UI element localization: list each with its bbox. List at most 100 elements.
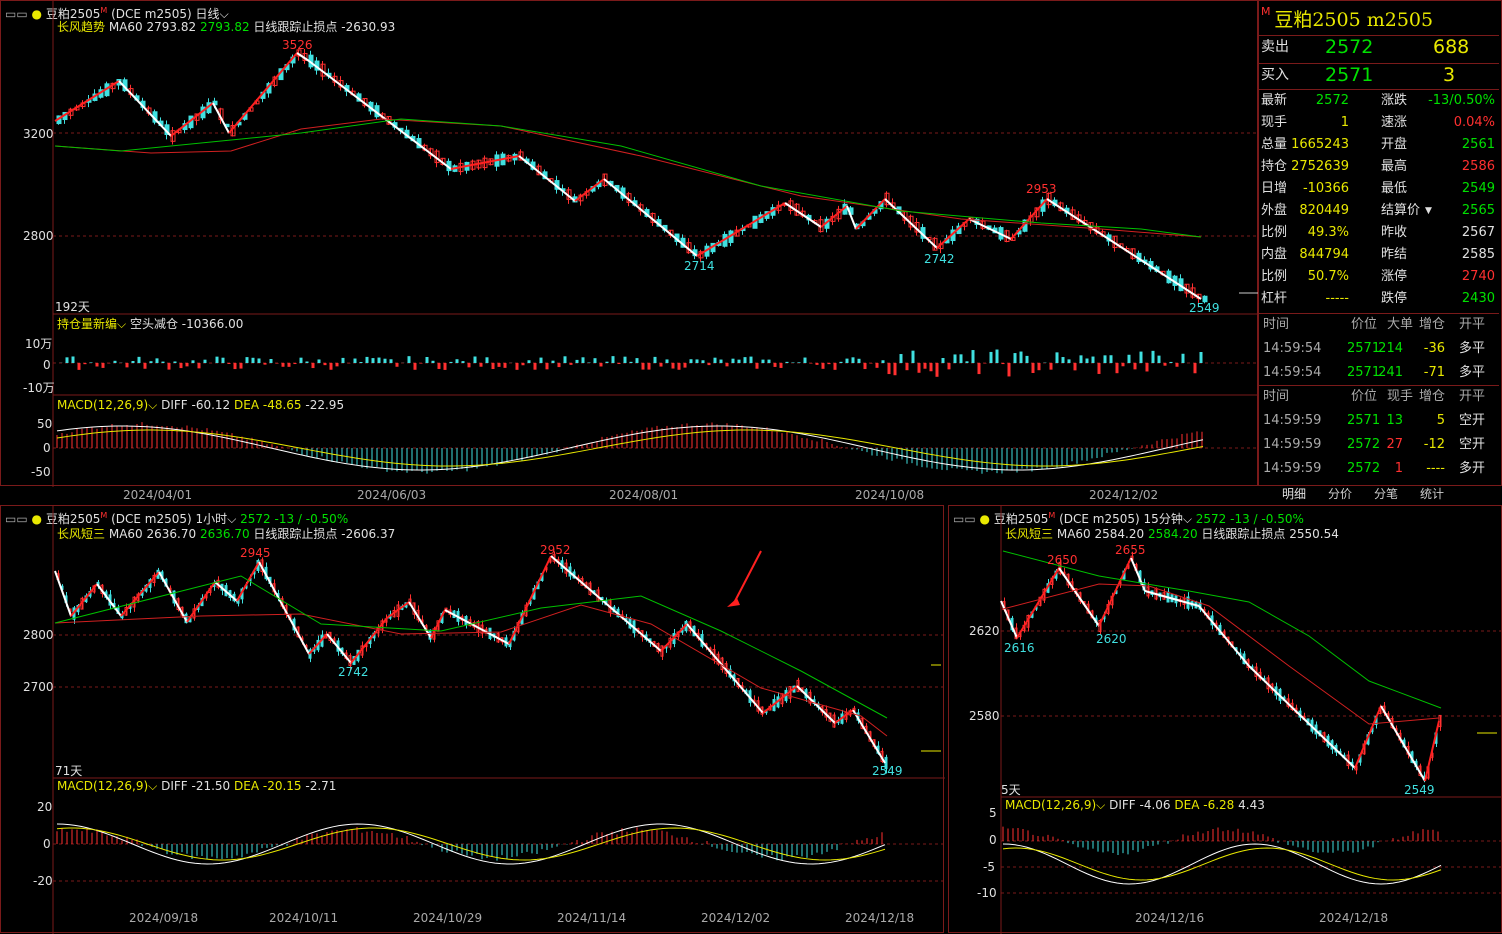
column-header: 开平 xyxy=(1459,317,1486,332)
table-row[interactable]: 14:59:54 2571 241 -71 多平 xyxy=(1259,362,1499,384)
macd-tick: -50 xyxy=(31,465,51,479)
stat-value: 1 xyxy=(1340,115,1349,130)
macd-tick: 20 xyxy=(37,800,53,814)
fifteen-min-chart-canvas[interactable] xyxy=(949,506,1502,934)
sell-price: 2572 xyxy=(1325,36,1374,58)
macd-tick: 50 xyxy=(37,417,53,431)
trend-segment xyxy=(820,205,848,228)
stat-label: 杠杆 xyxy=(1261,291,1288,306)
tab-detail[interactable]: 明细 xyxy=(1271,485,1317,503)
quote-stat-row: 持仓 2752639 最高 2586 xyxy=(1259,156,1499,178)
macd-legend: MACD(12,26,9)⌵ DIFF -60.12 DEA -48.65 -2… xyxy=(57,397,344,413)
stat-value: 2572 xyxy=(1315,93,1349,108)
stat-label: 日增 xyxy=(1261,181,1288,196)
daily-chart-canvas[interactable] xyxy=(1,1,1259,487)
quote-panel: M 豆粕2505 m2505 卖出 2572 688 买入 2571 3 最新 2… xyxy=(1258,0,1502,501)
row-oi-change: 5 xyxy=(1436,413,1445,428)
stat-value: 2430 xyxy=(1461,291,1495,306)
row-open-close: 多平 xyxy=(1459,365,1486,380)
table-row[interactable]: 14:59:59 2572 1 ---- 多开 xyxy=(1259,458,1499,480)
table-row[interactable]: 14:59:54 2571 214 -36 多平 xyxy=(1259,338,1499,360)
peak-label: 2655 xyxy=(1115,543,1146,557)
trend-segment xyxy=(550,555,662,652)
stat-label: 最低 xyxy=(1381,181,1408,196)
stat-label: 内盘 xyxy=(1261,247,1288,262)
row-time: 14:59:54 xyxy=(1263,365,1322,380)
quote-stat-row: 比例 49.3% 昨收 2567 xyxy=(1259,222,1499,244)
macd-name[interactable]: MACD(12,26,9)⌵ xyxy=(1005,798,1105,812)
macd-name[interactable]: MACD(12,26,9)⌵ xyxy=(57,779,157,793)
daily-chart-panel[interactable]: ▭▭ ● 豆粕2505M (DCE m2505) 日线⌵ 长风趋势 MA60 2… xyxy=(0,0,1259,502)
chevron-down-icon[interactable]: ▼ xyxy=(1425,200,1432,222)
column-header: 大单 xyxy=(1387,317,1414,332)
trough-label: 2714 xyxy=(684,259,715,273)
hourly-chart-panel[interactable]: ▭▭ ● 豆粕2505M (DCE m2505) 1小时⌵ 2572 -13 /… xyxy=(0,505,945,934)
dea-label: DEA xyxy=(234,398,260,412)
x-tick: 2024/10/11 xyxy=(269,911,339,925)
oi-value: -10366.00 xyxy=(181,317,244,331)
y-tick: 2800 xyxy=(23,229,54,243)
diff-label: DIFF xyxy=(1109,798,1136,812)
oi-tick: 10万 xyxy=(25,337,53,351)
row-oi-change: -12 xyxy=(1423,437,1445,452)
tab-tick[interactable]: 分笔 xyxy=(1363,485,1409,503)
oi-indicator-name[interactable]: 持仓量新编⌵ xyxy=(57,317,126,331)
stat-label: 昨结 xyxy=(1381,247,1408,262)
table-row[interactable]: 14:59:59 2571 13 5 空开 xyxy=(1259,410,1499,432)
stat-value: 50.7% xyxy=(1307,269,1349,284)
quote-stats: 最新 2572 涨跌 -13/0.50% 现手 1 速涨 0.04% 总量 1665243 开盘 25… xyxy=(1259,89,1499,306)
chevron-down-icon: ⌵ xyxy=(117,317,127,331)
trend-segment xyxy=(1046,198,1202,300)
buy-row: 买入 2571 3 xyxy=(1259,63,1499,86)
chevron-down-icon: ⌵ xyxy=(148,398,158,412)
row-open-close: 多开 xyxy=(1459,461,1486,476)
hourly-chart-canvas[interactable] xyxy=(1,506,945,934)
x-tick: 2024/08/01 xyxy=(609,488,679,502)
dea-value: -20.15 xyxy=(262,779,302,793)
row-oi-change: -71 xyxy=(1423,365,1445,380)
chevron-down-icon: ⌵ xyxy=(1096,798,1106,812)
macd-tick: 0 xyxy=(989,833,997,847)
row-volume: 13 xyxy=(1386,413,1403,428)
trend-segment xyxy=(1098,557,1132,627)
column-header: 增仓 xyxy=(1419,317,1446,332)
macd-name[interactable]: MACD(12,26,9)⌵ xyxy=(57,398,157,412)
column-header: 开平 xyxy=(1459,389,1486,404)
column-header: 时间 xyxy=(1263,389,1290,404)
table-row[interactable]: 14:59:59 2572 27 -12 空开 xyxy=(1259,434,1499,456)
trend-segment xyxy=(1058,567,1100,627)
tab-price-distribution[interactable]: 分价 xyxy=(1317,485,1363,503)
trend-segment xyxy=(212,102,230,134)
stat-label: 昨收 xyxy=(1381,225,1408,240)
diff-label: DIFF xyxy=(161,779,188,793)
trough-label: 2616 xyxy=(1004,641,1035,655)
stat-value: -13/0.50% xyxy=(1428,93,1495,108)
tab-stats[interactable]: 统计 xyxy=(1409,485,1455,503)
row-time: 14:59:59 xyxy=(1263,413,1322,428)
row-time: 14:59:54 xyxy=(1263,341,1322,356)
x-tick: 2024/12/16 xyxy=(1135,911,1205,925)
row-volume: 214 xyxy=(1378,341,1403,356)
oi-label: 空头减仓 xyxy=(129,317,178,331)
stat-value: 844794 xyxy=(1299,247,1349,262)
y-tick: 2580 xyxy=(969,709,1000,723)
y-tick: 3200 xyxy=(23,127,54,141)
stat-label: 最新 xyxy=(1261,93,1288,108)
quote-title: M 豆粕2505 m2505 xyxy=(1261,5,1433,32)
y-tick: 2700 xyxy=(23,680,54,694)
x-tick: 2024/12/18 xyxy=(845,911,915,925)
row-time: 14:59:59 xyxy=(1263,437,1322,452)
row-open-close: 多平 xyxy=(1459,341,1486,356)
row-open-close: 空开 xyxy=(1459,437,1486,452)
stat-label: 现手 xyxy=(1261,115,1288,130)
macd-tick: -5 xyxy=(983,860,995,874)
trend-segment xyxy=(1424,720,1440,782)
trend-segment xyxy=(228,52,298,134)
trend-segment xyxy=(696,202,786,257)
trend-segment xyxy=(54,570,72,617)
macd-value: 4.43 xyxy=(1238,798,1265,812)
fifteen-min-chart-panel[interactable]: ▭▭ ● 豆粕2505M (DCE m2505) 15分钟⌵ 2572 -13 … xyxy=(948,505,1502,934)
column-header: 价位 xyxy=(1351,317,1378,332)
quote-stat-row: 外盘 820449 结算价 ▼ 2565 xyxy=(1259,200,1499,222)
trend-segment xyxy=(884,198,938,249)
